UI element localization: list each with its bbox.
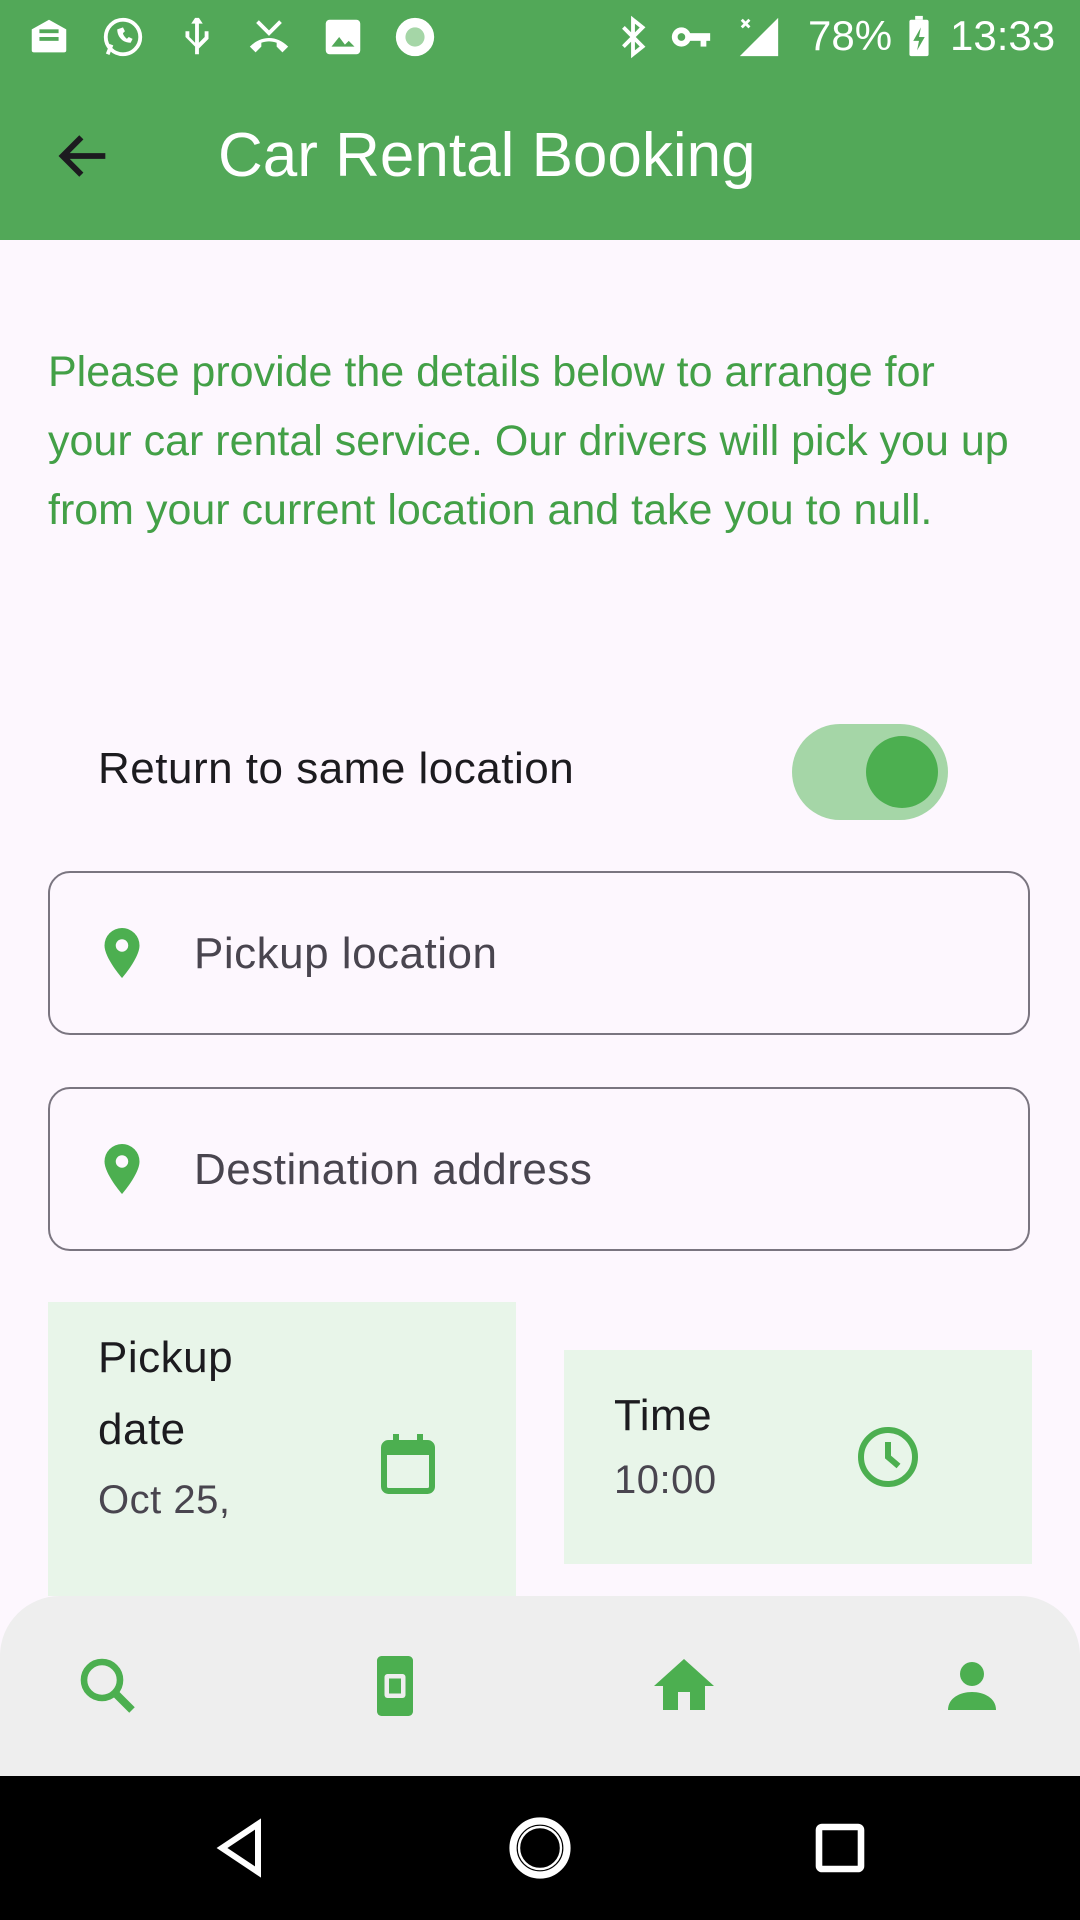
square-recents-icon — [815, 1823, 865, 1873]
clock-icon — [852, 1421, 924, 1493]
time-value: 10:00 — [614, 1458, 717, 1502]
arrow-back-icon — [58, 135, 106, 177]
nav-profile[interactable] — [936, 1650, 1008, 1722]
page-title: Car Rental Booking — [218, 121, 756, 190]
booking-form: Please provide the details below to arra… — [0, 240, 1080, 1596]
nav-search[interactable] — [72, 1650, 144, 1722]
battery-percent: 78% — [808, 12, 893, 59]
circle-home-icon — [509, 1817, 571, 1879]
search-icon — [80, 1658, 135, 1713]
status-bar: 78% 13:33 — [0, 0, 1080, 72]
pickup-date-card[interactable]: Pickup date Oct 25, 2024 — [48, 1302, 516, 1596]
clock-time: 13:33 — [950, 12, 1056, 59]
back-button[interactable] — [52, 124, 116, 188]
return-same-location-switch[interactable] — [792, 724, 948, 820]
system-recents-button[interactable] — [804, 1812, 876, 1884]
pickup-location-field[interactable]: Pickup location — [48, 871, 1030, 1035]
time-label: Time — [614, 1391, 713, 1440]
missed-call-icon — [246, 14, 292, 60]
bluetooth-icon — [610, 14, 656, 60]
return-same-location-row[interactable]: Return to same location — [48, 702, 1032, 838]
record-icon — [392, 14, 438, 60]
intro-text: Please provide the details below to arra… — [48, 348, 1009, 534]
system-home-button[interactable] — [504, 1812, 576, 1884]
battery-charging-icon — [896, 14, 942, 60]
home-icon — [654, 1659, 714, 1710]
location-pin-icon — [92, 923, 152, 983]
pickup-location-placeholder: Pickup location — [194, 929, 498, 978]
image-icon — [320, 14, 366, 60]
pickup-date-label: Pickup date — [98, 1333, 234, 1454]
whatsapp-icon — [100, 14, 146, 60]
location-pin-icon — [92, 1139, 152, 1199]
destination-address-placeholder: Destination address — [194, 1145, 593, 1194]
nav-home[interactable] — [648, 1650, 720, 1722]
person-icon — [948, 1662, 996, 1710]
vpn-key-icon — [668, 14, 714, 60]
destination-address-field[interactable]: Destination address — [48, 1087, 1030, 1251]
app-bar: Car Rental Booking — [0, 72, 1080, 240]
bottom-navigation — [0, 1596, 1080, 1776]
system-back-button[interactable] — [204, 1812, 276, 1884]
signal-icon — [736, 14, 782, 60]
booking-icon — [377, 1656, 413, 1716]
usb-icon — [174, 14, 220, 60]
time-card[interactable]: Time 10:00 — [564, 1350, 1032, 1564]
return-same-location-label: Return to same location — [98, 744, 575, 793]
switch-knob — [866, 736, 938, 808]
mail-icon — [26, 14, 72, 60]
triangle-back-icon — [216, 1818, 261, 1878]
calendar-icon — [372, 1428, 444, 1500]
system-navigation-bar — [0, 1776, 1080, 1920]
nav-bookings[interactable] — [359, 1650, 431, 1722]
pickup-date-value: Oct 25, 2024 — [98, 1478, 231, 1538]
clipped-heading — [48, 240, 64, 272]
